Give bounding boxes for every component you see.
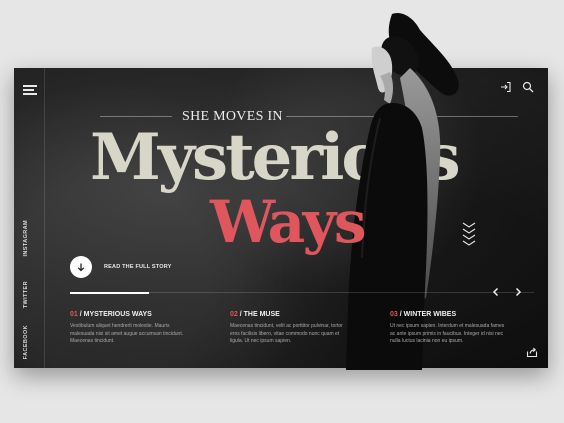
story-item[interactable]: 01 / MYSTERIOUS WAYS Vestibulum aliquet …	[70, 311, 190, 346]
chevron-left-icon[interactable]	[490, 286, 502, 298]
carousel-controls	[490, 286, 524, 298]
story-progress	[70, 291, 534, 294]
story-title: WINTER WIBES	[403, 311, 457, 318]
story-item[interactable]: 03 / WINTER WIBES Ut nec ipsum sapien. I…	[390, 311, 510, 346]
story-heading[interactable]: 01 / MYSTERIOUS WAYS	[70, 311, 190, 318]
story-heading[interactable]: 02 / THE MUSE	[230, 311, 350, 318]
story-title: THE MUSE	[243, 311, 280, 318]
arrow-down-icon[interactable]	[70, 256, 92, 278]
top-actions	[500, 81, 534, 93]
read-story-cta[interactable]: READ THE FULL STORY	[70, 256, 172, 278]
twitter-link[interactable]: TWITTER	[23, 281, 37, 308]
search-icon[interactable]	[522, 81, 534, 93]
eyebrow-line-left	[100, 116, 172, 117]
login-icon[interactable]	[500, 81, 512, 93]
menu-icon[interactable]	[23, 85, 37, 95]
share-icon[interactable]	[526, 346, 538, 358]
story-text: Vestibulum aliquet hendrerit molestie. M…	[70, 323, 184, 344]
story-item[interactable]: 02 / THE MUSE Maecenas tincidunt, velit …	[230, 311, 350, 346]
story-title: MYSTERIOUS WAYS	[83, 311, 152, 318]
story-number: 02	[230, 311, 238, 318]
story-text: Maecenas tincidunt, velit ac porttitor p…	[230, 323, 343, 344]
story-progress-fill	[70, 291, 149, 294]
zigzag-icon	[462, 222, 476, 246]
instagram-link[interactable]: INSTAGRAM	[23, 220, 37, 257]
story-number: 03	[390, 311, 398, 318]
left-rail: INSTAGRAM TWITTER FACEBOOK	[14, 68, 45, 368]
story-heading[interactable]: 03 / WINTER WIBES	[390, 311, 510, 318]
chevron-right-icon[interactable]	[512, 286, 524, 298]
story-text: Ut nec ipsum sapien. Interdum et malesua…	[390, 323, 505, 344]
read-story-label[interactable]: READ THE FULL STORY	[104, 264, 172, 270]
facebook-link[interactable]: FACEBOOK	[23, 325, 37, 359]
story-number: 01	[70, 311, 78, 318]
title-line-2: Ways	[210, 188, 367, 256]
